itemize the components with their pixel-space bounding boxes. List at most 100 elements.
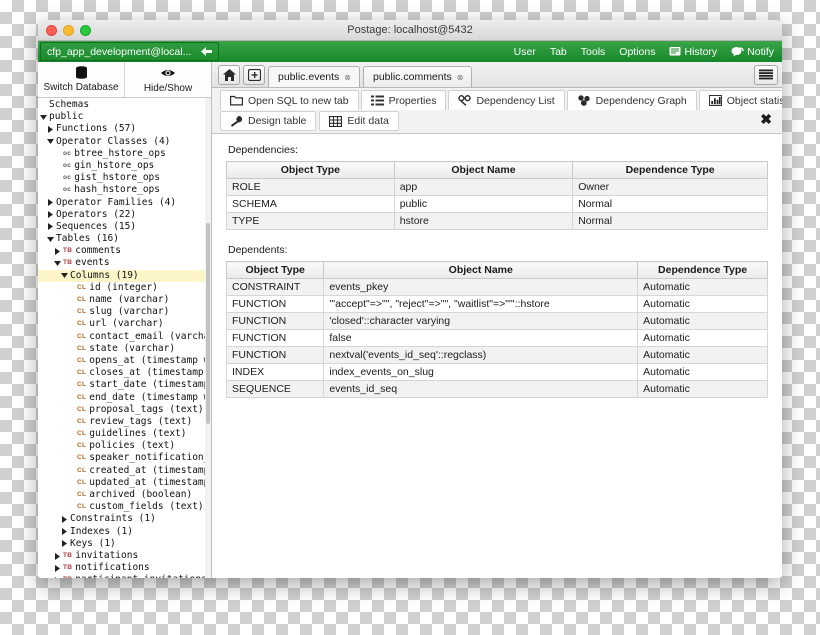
twisty-down-icon[interactable] xyxy=(54,260,63,267)
table-row[interactable]: TYPE hstore Normal xyxy=(226,212,768,230)
twisty-right-icon[interactable] xyxy=(47,199,56,207)
tree-node[interactable]: CLspeaker_notification_emails xyxy=(38,452,211,464)
table-row[interactable]: FUNCTION nextval('events_id_seq'::regclas… xyxy=(225,346,768,364)
tree-node[interactable]: TB comments xyxy=(38,245,211,257)
tree-node[interactable]: CL state (varchar) xyxy=(38,343,211,355)
table-row[interactable]: FUNCTION false Automatic xyxy=(225,329,768,347)
tree-node[interactable]: CLopens_at (timestamp without xyxy=(38,355,211,367)
twisty-down-icon[interactable] xyxy=(47,138,56,145)
column-header[interactable]: Object Name xyxy=(393,161,574,179)
action-dependency-graph-button[interactable]: Dependency Graph xyxy=(566,90,697,110)
tree-node[interactable]: CL review_tags (text) xyxy=(38,416,211,428)
action-dependency-list-button[interactable]: Dependency List xyxy=(448,90,565,110)
action-edit-data-button[interactable]: Edit data xyxy=(319,111,399,131)
tree-node[interactable]: Operator Families (4) xyxy=(38,197,211,209)
action-design-table-button[interactable]: Design table xyxy=(220,111,317,131)
back-arrow-icon[interactable] xyxy=(201,47,213,56)
list-icon[interactable] xyxy=(754,65,778,85)
table-row[interactable]: CONSTRAINT events_pkey Automatic xyxy=(225,278,768,296)
twisty-right-icon[interactable] xyxy=(61,515,70,523)
tree-node[interactable]: CL guidelines (text) xyxy=(38,428,211,440)
column-header[interactable]: Dependence Type xyxy=(572,161,768,179)
tree-node[interactable]: CL id (integer) xyxy=(38,282,211,294)
twisty-right-icon[interactable] xyxy=(47,125,56,133)
tree-node[interactable]: CLupdated_at (timestamp witho xyxy=(38,477,211,489)
table-row[interactable]: FUNCTION'closed'::character varying Autom… xyxy=(225,312,768,330)
column-header[interactable]: Object Name xyxy=(323,261,639,279)
sidebar-scrollbar[interactable] xyxy=(205,98,211,578)
table-row[interactable]: FUNCTION '"accept"=>"", "reject"=>"", "wa… xyxy=(225,295,768,313)
tree-node[interactable]: Keys (1) xyxy=(38,538,211,550)
tree-node[interactable]: TBparticipant_invitations xyxy=(38,574,211,578)
twisty-right-icon[interactable] xyxy=(47,223,56,231)
home-icon[interactable] xyxy=(218,65,240,85)
switch-database-button[interactable]: Switch Database xyxy=(38,62,125,97)
sidebar-scrollbar-thumb[interactable] xyxy=(206,222,210,425)
tree-node[interactable]: CL archived (boolean) xyxy=(38,489,211,501)
new-tab-icon[interactable] xyxy=(243,65,265,85)
twisty-right-icon[interactable] xyxy=(54,247,63,255)
tree-node[interactable]: CLcloses_at (timestamp withou xyxy=(38,367,211,379)
twisty-right-icon[interactable] xyxy=(47,211,56,219)
tree-node[interactable]: Tables (16) xyxy=(38,233,211,245)
action-object-statistics-button[interactable]: Object statistics xyxy=(698,90,782,110)
tree-node[interactable]: CL name (varchar) xyxy=(38,294,211,306)
tree-node[interactable]: Operators (22) xyxy=(38,209,211,221)
twisty-right-icon[interactable] xyxy=(61,540,70,548)
tree-node[interactable]: CLcreated_at (timestamp witho xyxy=(38,465,211,477)
tree-node[interactable]: CL proposal_tags (text) xyxy=(38,404,211,416)
tree-node[interactable]: CL policies (text) xyxy=(38,440,211,452)
page-tab-close-icon[interactable]: ⊗ xyxy=(457,73,464,82)
tree-node[interactable]: CL custom_fields (text) xyxy=(38,501,211,513)
tree-node[interactable]: oc btree_hstore_ops xyxy=(38,148,211,160)
twisty-down-icon[interactable] xyxy=(61,272,70,279)
tree-node[interactable]: CL url (varchar) xyxy=(38,318,211,330)
table-row[interactable]: INDEX index_events_on_slug Automatic xyxy=(225,363,768,381)
close-panel-button[interactable]: ✖ xyxy=(760,112,772,126)
tree-node[interactable]: Operator Classes (4) xyxy=(38,136,211,148)
column-header[interactable]: Dependence Type xyxy=(637,261,768,279)
tree-node[interactable]: Schemas xyxy=(38,99,211,111)
schema-tree[interactable]: Schemas public Functions (57) Operator Clas… xyxy=(38,98,211,578)
page-tab-close-icon[interactable]: ⊗ xyxy=(344,73,351,82)
tree-node[interactable]: oc gist_hstore_ops xyxy=(38,172,211,184)
menu-item-tools[interactable]: Tools xyxy=(581,46,606,58)
page-tab[interactable]: public.comments ⊗ xyxy=(363,66,473,87)
menu-item-notify[interactable]: Notify xyxy=(731,46,774,58)
twisty-down-icon[interactable] xyxy=(40,114,49,121)
page-tab[interactable]: public.events ⊗ xyxy=(268,66,360,87)
tree-node[interactable]: TB events xyxy=(38,257,211,269)
table-row[interactable]: ROLE app Owner xyxy=(226,178,768,196)
twisty-right-icon[interactable] xyxy=(54,576,63,578)
menu-item-history[interactable]: History xyxy=(669,46,717,58)
tree-node[interactable]: Functions (57) xyxy=(38,123,211,135)
table-row[interactable]: SCHEMA public Normal xyxy=(226,195,768,213)
action-properties-button[interactable]: Properties xyxy=(360,90,447,110)
tree-node[interactable]: Indexes (1) xyxy=(38,526,211,538)
column-header[interactable]: Object Type xyxy=(226,161,395,179)
tree-node[interactable]: CL slug (varchar) xyxy=(38,306,211,318)
tree-node[interactable]: Sequences (15) xyxy=(38,221,211,233)
tree-node[interactable]: TB invitations xyxy=(38,550,211,562)
tree-node[interactable]: oc hash_hstore_ops xyxy=(38,184,211,196)
tree-node[interactable]: oc gin_hstore_ops xyxy=(38,160,211,172)
tree-node[interactable]: CL contact_email (varchar) xyxy=(38,331,211,343)
twisty-right-icon[interactable] xyxy=(54,564,63,572)
menu-item-user[interactable]: User xyxy=(514,46,536,58)
database-chip[interactable]: cfp_app_development@local... xyxy=(40,42,220,61)
tree-node[interactable]: CLstart_date (timestamp witho xyxy=(38,379,211,391)
tree-node[interactable]: public xyxy=(38,111,211,123)
table-row[interactable]: SEQUENCE events_id_seq Automatic xyxy=(225,380,768,398)
menu-item-options[interactable]: Options xyxy=(619,46,655,58)
twisty-right-icon[interactable] xyxy=(54,552,63,560)
tree-node[interactable]: Constraints (1) xyxy=(38,513,211,525)
twisty-down-icon[interactable] xyxy=(47,236,56,243)
tree-node[interactable]: TB notifications xyxy=(38,562,211,574)
hide-show-button[interactable]: Hide/Show xyxy=(125,62,211,97)
column-header[interactable]: Object Type xyxy=(225,261,325,279)
twisty-right-icon[interactable] xyxy=(61,528,70,536)
tree-node[interactable]: CLend_date (timestamp without xyxy=(38,392,211,404)
tree-node[interactable]: Columns (19) xyxy=(38,269,211,282)
menu-item-tab[interactable]: Tab xyxy=(550,46,567,58)
action-open-sql-to-new-tab-button[interactable]: Open SQL to new tab xyxy=(220,90,359,110)
